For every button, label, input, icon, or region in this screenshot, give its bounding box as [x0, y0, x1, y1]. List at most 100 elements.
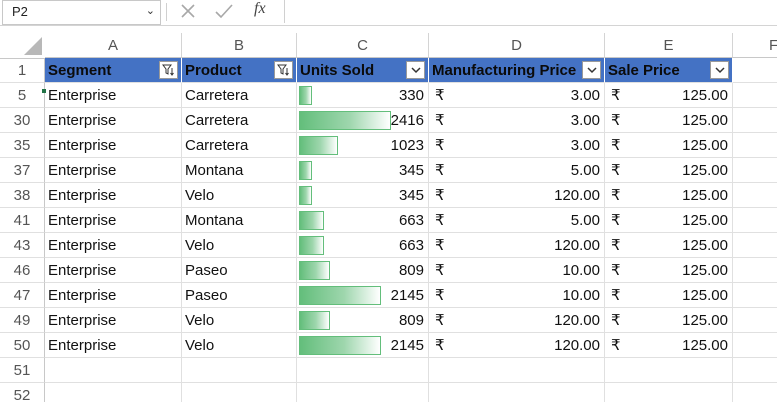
column-header-c[interactable]: C — [297, 33, 429, 58]
dropdown-icon[interactable] — [582, 61, 601, 79]
empty-cell[interactable] — [429, 358, 605, 383]
cell-product[interactable]: Paseo — [182, 283, 297, 308]
column-header-b[interactable]: B — [182, 33, 297, 58]
cell-product[interactable]: Carretera — [182, 83, 297, 108]
cell-manufacturing-price[interactable]: ₹3.00 — [429, 83, 605, 108]
cell-sale-price[interactable]: ₹125.00 — [605, 208, 733, 233]
cell-sale-price[interactable]: ₹125.00 — [605, 83, 733, 108]
cell-units-sold[interactable]: 809 — [297, 258, 429, 283]
cell-manufacturing-price[interactable]: ₹5.00 — [429, 208, 605, 233]
cell-units-sold[interactable]: 663 — [297, 208, 429, 233]
cell-sale-price[interactable]: ₹125.00 — [605, 258, 733, 283]
header-cell-sale-price[interactable]: Sale Price — [605, 58, 733, 83]
checkmark-icon[interactable] — [214, 3, 234, 19]
empty-cell[interactable] — [733, 283, 777, 308]
empty-cell[interactable] — [733, 158, 777, 183]
cell-product[interactable]: Carretera — [182, 108, 297, 133]
cell-units-sold[interactable]: 345 — [297, 158, 429, 183]
empty-cell[interactable] — [733, 333, 777, 358]
cell-manufacturing-price[interactable]: ₹10.00 — [429, 283, 605, 308]
close-icon[interactable] — [180, 3, 196, 19]
filter-active-icon[interactable] — [159, 61, 178, 79]
dropdown-icon[interactable] — [406, 61, 425, 79]
cell-product[interactable]: Montana — [182, 208, 297, 233]
empty-cell[interactable] — [733, 358, 777, 383]
cell-segment[interactable]: Enterprise — [45, 183, 182, 208]
cell-segment[interactable]: Enterprise — [45, 283, 182, 308]
empty-cell[interactable] — [182, 358, 297, 383]
cell-manufacturing-price[interactable]: ₹120.00 — [429, 233, 605, 258]
header-cell-units-sold[interactable]: Units Sold — [297, 58, 429, 83]
row-header[interactable]: 51 — [0, 358, 45, 383]
row-header[interactable]: 38 — [0, 183, 45, 208]
empty-cell[interactable] — [182, 383, 297, 402]
cell-segment[interactable]: Enterprise — [45, 308, 182, 333]
header-cell-manufacturing-price[interactable]: Manufacturing Price — [429, 58, 605, 83]
cell-segment[interactable]: Enterprise — [45, 208, 182, 233]
cell-segment[interactable]: Enterprise — [45, 133, 182, 158]
row-header[interactable]: 47 — [0, 283, 45, 308]
cell-units-sold[interactable]: 330 — [297, 83, 429, 108]
cell-product[interactable]: Velo — [182, 308, 297, 333]
cell-units-sold[interactable]: 2145 — [297, 283, 429, 308]
cell-segment[interactable]: Enterprise — [45, 83, 182, 108]
row-header[interactable]: 41 — [0, 208, 45, 233]
row-header[interactable]: 1 — [0, 58, 45, 83]
empty-cell[interactable] — [733, 233, 777, 258]
cell-sale-price[interactable]: ₹125.00 — [605, 333, 733, 358]
cell-sale-price[interactable]: ₹125.00 — [605, 133, 733, 158]
cell-units-sold[interactable]: 2145 — [297, 333, 429, 358]
cell-units-sold[interactable]: 1023 — [297, 133, 429, 158]
row-header[interactable]: 49 — [0, 308, 45, 333]
row-header[interactable]: 5 — [0, 83, 45, 108]
empty-cell[interactable] — [45, 358, 182, 383]
cell-manufacturing-price[interactable]: ₹3.00 — [429, 108, 605, 133]
cell-sale-price[interactable]: ₹125.00 — [605, 308, 733, 333]
select-all-button[interactable] — [0, 33, 46, 59]
empty-cell[interactable] — [733, 133, 777, 158]
row-header[interactable]: 52 — [0, 383, 45, 402]
cell-product[interactable]: Velo — [182, 233, 297, 258]
column-header-d[interactable]: D — [429, 33, 605, 58]
empty-cell[interactable] — [733, 58, 777, 83]
header-cell-segment[interactable]: Segment — [45, 58, 182, 83]
empty-cell[interactable] — [733, 258, 777, 283]
dropdown-icon[interactable] — [710, 61, 729, 79]
empty-cell[interactable] — [733, 83, 777, 108]
cell-units-sold[interactable]: 663 — [297, 233, 429, 258]
empty-cell[interactable] — [45, 383, 182, 402]
cell-manufacturing-price[interactable]: ₹5.00 — [429, 158, 605, 183]
empty-cell[interactable] — [733, 183, 777, 208]
cell-sale-price[interactable]: ₹125.00 — [605, 158, 733, 183]
empty-cell[interactable] — [733, 208, 777, 233]
formula-input[interactable] — [284, 0, 777, 23]
chevron-down-icon[interactable]: ⌄ — [146, 4, 155, 17]
empty-cell[interactable] — [297, 358, 429, 383]
filter-active-icon[interactable] — [274, 61, 293, 79]
cell-product[interactable]: Montana — [182, 158, 297, 183]
row-header[interactable]: 35 — [0, 133, 45, 158]
cell-units-sold[interactable]: 809 — [297, 308, 429, 333]
cell-product[interactable]: Velo — [182, 333, 297, 358]
column-header-e[interactable]: E — [605, 33, 733, 58]
cell-segment[interactable]: Enterprise — [45, 158, 182, 183]
cell-segment[interactable]: Enterprise — [45, 108, 182, 133]
cell-sale-price[interactable]: ₹125.00 — [605, 283, 733, 308]
empty-cell[interactable] — [733, 383, 777, 402]
cell-manufacturing-price[interactable]: ₹120.00 — [429, 333, 605, 358]
row-header[interactable]: 43 — [0, 233, 45, 258]
cell-manufacturing-price[interactable]: ₹120.00 — [429, 183, 605, 208]
empty-cell[interactable] — [605, 383, 733, 402]
cell-manufacturing-price[interactable]: ₹120.00 — [429, 308, 605, 333]
empty-cell[interactable] — [733, 308, 777, 333]
cell-units-sold[interactable]: 2416 — [297, 108, 429, 133]
cell-product[interactable]: Carretera — [182, 133, 297, 158]
row-header[interactable]: 30 — [0, 108, 45, 133]
row-header[interactable]: 46 — [0, 258, 45, 283]
empty-cell[interactable] — [429, 383, 605, 402]
empty-cell[interactable] — [297, 383, 429, 402]
column-header-f[interactable]: F — [733, 33, 777, 58]
cell-product[interactable]: Velo — [182, 183, 297, 208]
column-header-a[interactable]: A — [45, 33, 182, 58]
cell-sale-price[interactable]: ₹125.00 — [605, 108, 733, 133]
